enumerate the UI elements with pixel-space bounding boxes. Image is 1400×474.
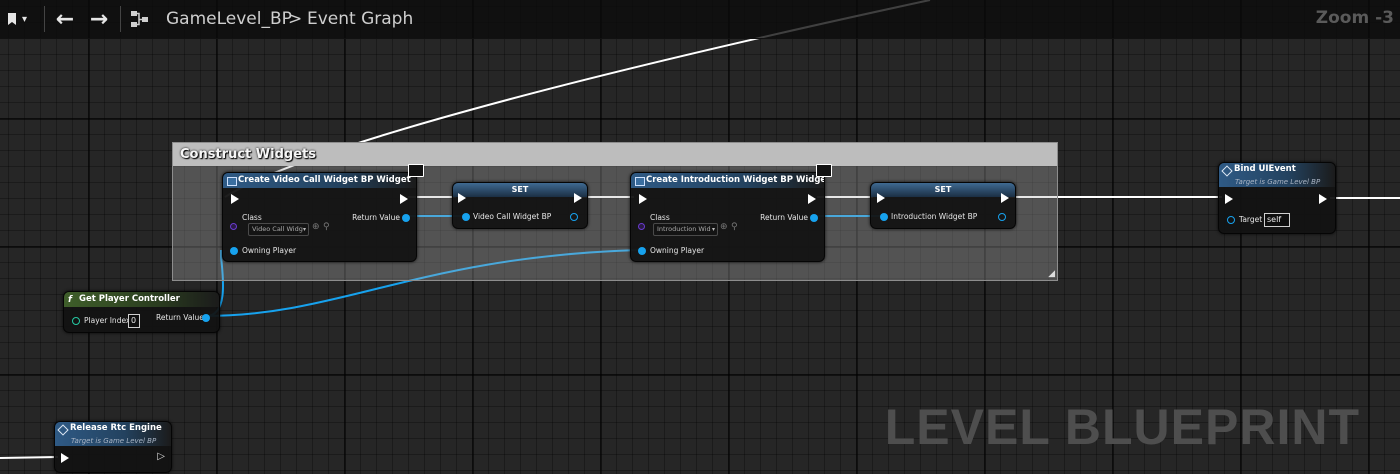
node-title: SET [453, 183, 587, 197]
class-dropdown[interactable]: Video Call Widg ▾ [248, 223, 309, 236]
node-get-player-controller[interactable]: f Get Player Controller Player Index 0 R… [63, 291, 220, 333]
owning-player-label: Owning Player [242, 246, 297, 255]
exec-out-pin[interactable] [1001, 193, 1009, 203]
exec-in-pin[interactable] [458, 193, 466, 203]
node-subtitle: Target is Game Level BP [1235, 178, 1321, 186]
player-index-pin[interactable] [72, 317, 80, 325]
browse-icon[interactable]: ⊕ [720, 222, 728, 232]
owning-player-pin[interactable] [230, 247, 238, 255]
monitor-icon [408, 164, 424, 177]
return-value-pin[interactable] [810, 214, 818, 222]
comment-title: Construct Widgets [180, 147, 316, 162]
return-value-pin[interactable] [202, 314, 210, 322]
event-diamond-icon [57, 424, 69, 436]
set-pin-label: Video Call Widget BP [473, 212, 552, 221]
exec-in-pin[interactable] [61, 453, 69, 463]
node-set-intro-widget[interactable]: SET Introduction Widget BP [870, 182, 1016, 229]
node-header[interactable]: Create Video Call Widget BP Widget [223, 173, 416, 188]
owning-player-label: Owning Player [650, 246, 705, 255]
class-dropdown[interactable]: Introduction Wid ▾ [653, 223, 718, 236]
exec-out-pin[interactable] [1319, 194, 1327, 204]
node-title: Create Introduction Widget BP Widget [646, 175, 824, 185]
node-release-rtc-engine[interactable]: Release Rtc Engine Target is Game Level … [54, 421, 172, 473]
widget-icon [227, 177, 237, 186]
node-subtitle: Target is Game Level BP [71, 437, 157, 445]
search-icon[interactable]: ⚲ [323, 222, 330, 232]
exec-wire-release [0, 456, 59, 459]
watermark: LEVEL BLUEPRINT [884, 399, 1360, 455]
set-pin-label: Introduction Widget BP [891, 212, 978, 221]
exec-in-pin[interactable] [1225, 194, 1233, 204]
exec-out-pin-outline: ▷ [157, 451, 165, 462]
breadcrumb-graph[interactable]: Event Graph [307, 0, 413, 38]
event-diamond-icon [1221, 165, 1233, 177]
target-label: Target [1239, 215, 1263, 224]
node-bind-ui-event[interactable]: Bind UIEvent Target is Game Level BP Tar… [1218, 162, 1336, 234]
node-create-intro-widget[interactable]: Create Introduction Widget BP Widget Cla… [630, 172, 825, 262]
bookmark-icon[interactable]: ▾ [6, 0, 42, 38]
return-value-label: Return Value [352, 213, 400, 222]
player-index-box[interactable]: 0 [128, 314, 140, 328]
exec-in-pin[interactable] [877, 193, 885, 203]
arrow-left-icon[interactable]: ← [52, 0, 78, 38]
exec-in-pin[interactable] [231, 194, 239, 204]
resize-grip-icon[interactable]: ◢ [1048, 269, 1055, 279]
exec-out-pin[interactable] [400, 194, 408, 204]
class-label: Class [650, 213, 670, 222]
set-input-pin[interactable] [880, 213, 888, 221]
node-title: Release Rtc Engine [70, 423, 162, 433]
node-title: Get Player Controller [79, 294, 180, 304]
breadcrumb-level[interactable]: GameLevel_BP [166, 0, 292, 38]
browse-icon[interactable]: ⊕ [312, 222, 320, 232]
zoom-level: Zoom -3 [1315, 8, 1394, 28]
node-create-video-widget[interactable]: Create Video Call Widget BP Widget Class… [222, 172, 417, 262]
exec-out-pin[interactable] [808, 194, 816, 204]
widget-icon [635, 177, 645, 186]
set-output-pin[interactable] [998, 213, 1006, 221]
class-value: Introduction Wid [657, 225, 711, 233]
target-value: self [1267, 215, 1282, 224]
set-input-pin[interactable] [462, 213, 470, 221]
node-header[interactable]: Release Rtc Engine Target is Game Level … [55, 422, 171, 446]
class-pin[interactable] [638, 223, 645, 230]
target-pin[interactable] [1227, 216, 1235, 224]
exec-out-pin[interactable] [574, 193, 582, 203]
node-header[interactable]: f Get Player Controller [64, 292, 219, 307]
player-index-label: Player Index [84, 316, 131, 325]
player-index-value: 0 [131, 316, 137, 325]
node-header[interactable]: Bind UIEvent Target is Game Level BP [1219, 163, 1335, 187]
owning-player-pin[interactable] [638, 247, 646, 255]
breadcrumb-separator: > [288, 9, 303, 29]
class-label: Class [242, 213, 262, 222]
chevron-down-icon: ▾ [302, 226, 306, 233]
graph-icon [130, 0, 154, 38]
node-header[interactable]: Create Introduction Widget BP Widget [631, 173, 824, 188]
return-value-label: Return Value [760, 213, 808, 222]
arrow-right-icon[interactable]: → [86, 0, 112, 38]
return-value-pin[interactable] [402, 214, 410, 222]
search-icon[interactable]: ⚲ [731, 222, 738, 232]
node-title: Create Video Call Widget BP Widget [238, 175, 411, 185]
class-pin[interactable] [230, 223, 237, 230]
target-value-box[interactable]: self [1264, 213, 1290, 227]
chevron-down-icon: ▾ [711, 226, 715, 233]
class-value: Video Call Widg [252, 225, 303, 233]
node-set-video-widget[interactable]: SET Video Call Widget BP [452, 182, 588, 229]
comment-header[interactable]: Construct Widgets [173, 143, 1057, 166]
node-title: SET [871, 183, 1015, 197]
toolbar: ▾ ← → GameLevel_BP > Event Graph Zoom -3 [0, 0, 1400, 39]
function-icon: f [68, 295, 72, 305]
monitor-icon [816, 164, 832, 177]
exec-in-pin[interactable] [639, 194, 647, 204]
set-output-pin[interactable] [570, 213, 578, 221]
node-title: Bind UIEvent [1234, 164, 1296, 174]
return-value-label: Return Value [156, 313, 204, 322]
